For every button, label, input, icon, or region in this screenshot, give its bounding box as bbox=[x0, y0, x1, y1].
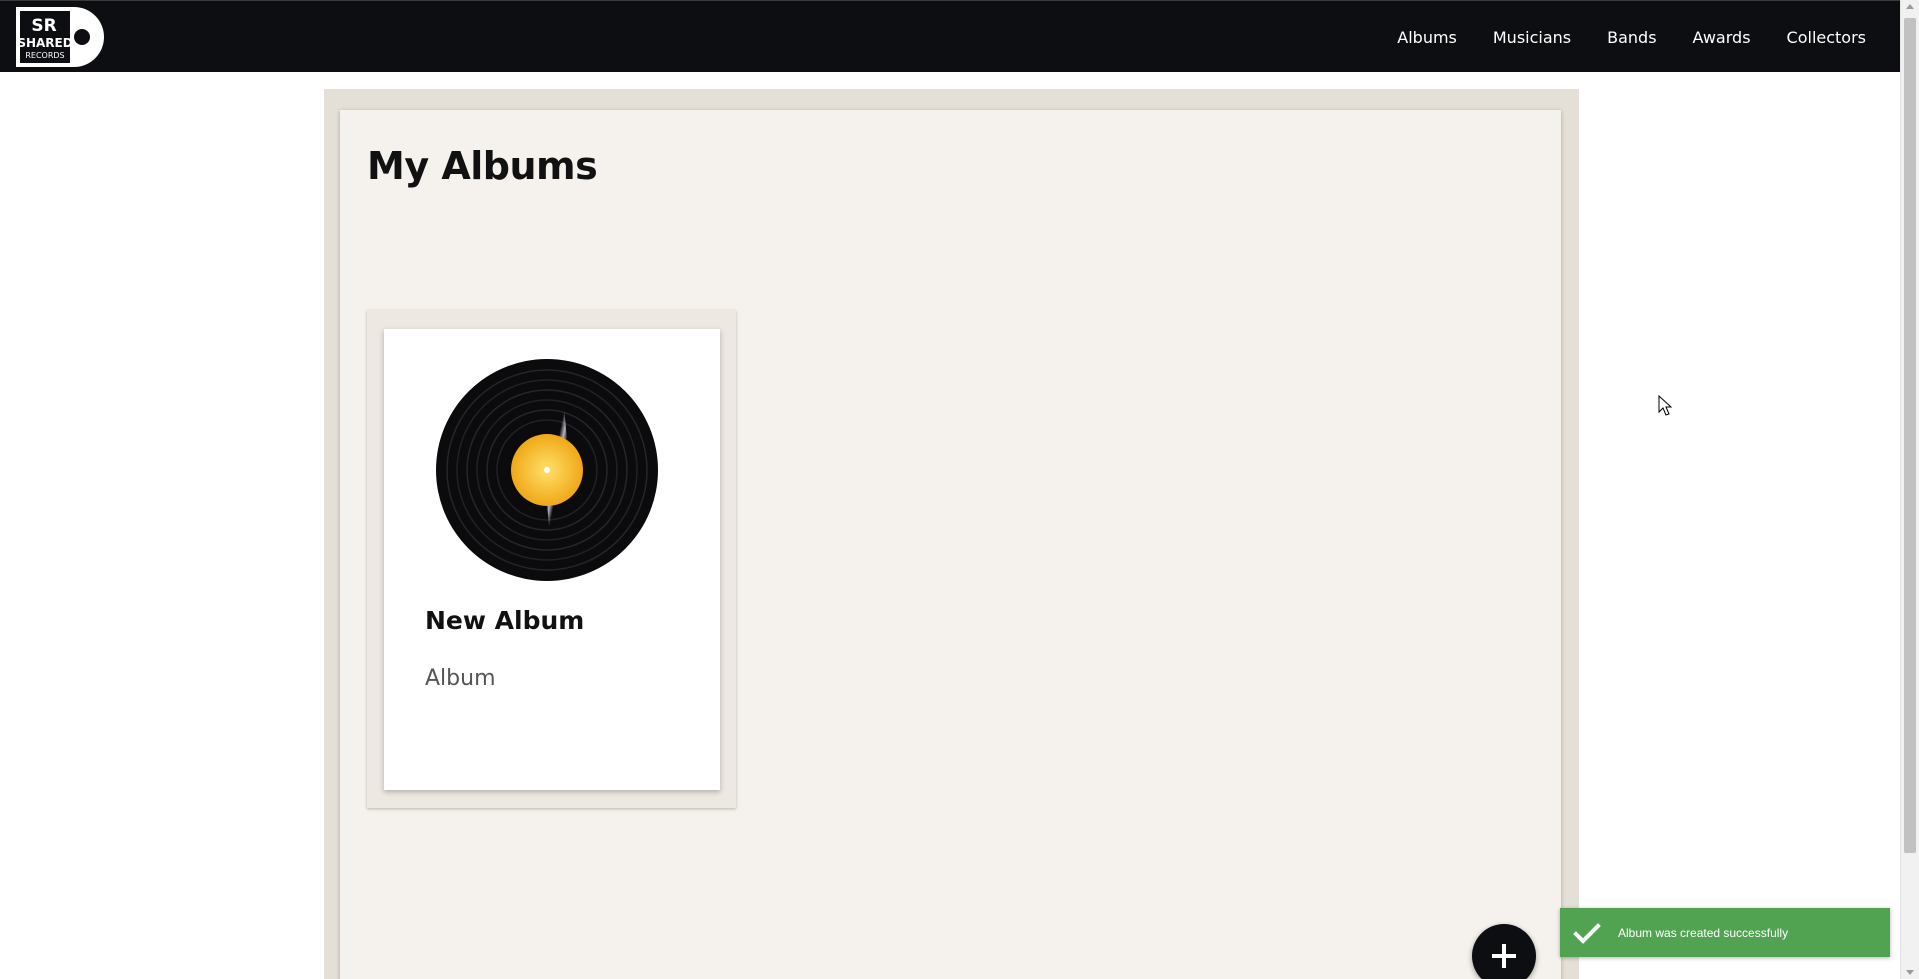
shared-records-logo[interactable]: SR SHARED RECORDS bbox=[16, 7, 108, 67]
app-page: SR SHARED RECORDS Albums Musicians Bands… bbox=[0, 0, 1919, 979]
album-list: New Album Album bbox=[367, 310, 736, 808]
logo-subname: RECORDS bbox=[25, 51, 64, 60]
add-album-button[interactable] bbox=[1472, 924, 1536, 979]
nav-awards[interactable]: Awards bbox=[1693, 28, 1751, 47]
nav-musicians[interactable]: Musicians bbox=[1493, 28, 1571, 47]
scroll-down-icon[interactable] bbox=[1906, 970, 1914, 975]
plus-icon-vertical bbox=[1502, 944, 1506, 968]
vinyl-record-icon bbox=[436, 359, 658, 581]
vertical-scrollbar[interactable] bbox=[1900, 0, 1919, 979]
nav-collectors[interactable]: Collectors bbox=[1787, 28, 1866, 47]
nav-albums[interactable]: Albums bbox=[1397, 28, 1457, 47]
scroll-thumb[interactable] bbox=[1904, 18, 1916, 853]
top-navbar: SR SHARED RECORDS Albums Musicians Bands… bbox=[0, 0, 1900, 72]
toast-message: Album was created successfully bbox=[1618, 925, 1789, 940]
main-nav: Albums Musicians Bands Awards Collectors bbox=[1397, 1, 1866, 73]
album-type: Album bbox=[425, 666, 496, 691]
logo-mark: SR bbox=[31, 16, 56, 36]
page-title: My Albums bbox=[367, 144, 598, 188]
album-title: New Album bbox=[425, 606, 585, 635]
scroll-up-icon[interactable] bbox=[1906, 4, 1914, 9]
success-toast[interactable]: Album was created successfully bbox=[1560, 908, 1890, 957]
albums-panel: My Albums New Album Album bbox=[340, 110, 1561, 979]
nav-bands[interactable]: Bands bbox=[1607, 28, 1656, 47]
mouse-cursor-icon bbox=[1658, 395, 1673, 416]
album-card[interactable]: New Album Album bbox=[384, 329, 720, 790]
logo-name: SHARED bbox=[17, 36, 72, 50]
albums-panel-outer: My Albums New Album Album bbox=[324, 89, 1579, 979]
check-icon bbox=[1573, 922, 1601, 944]
